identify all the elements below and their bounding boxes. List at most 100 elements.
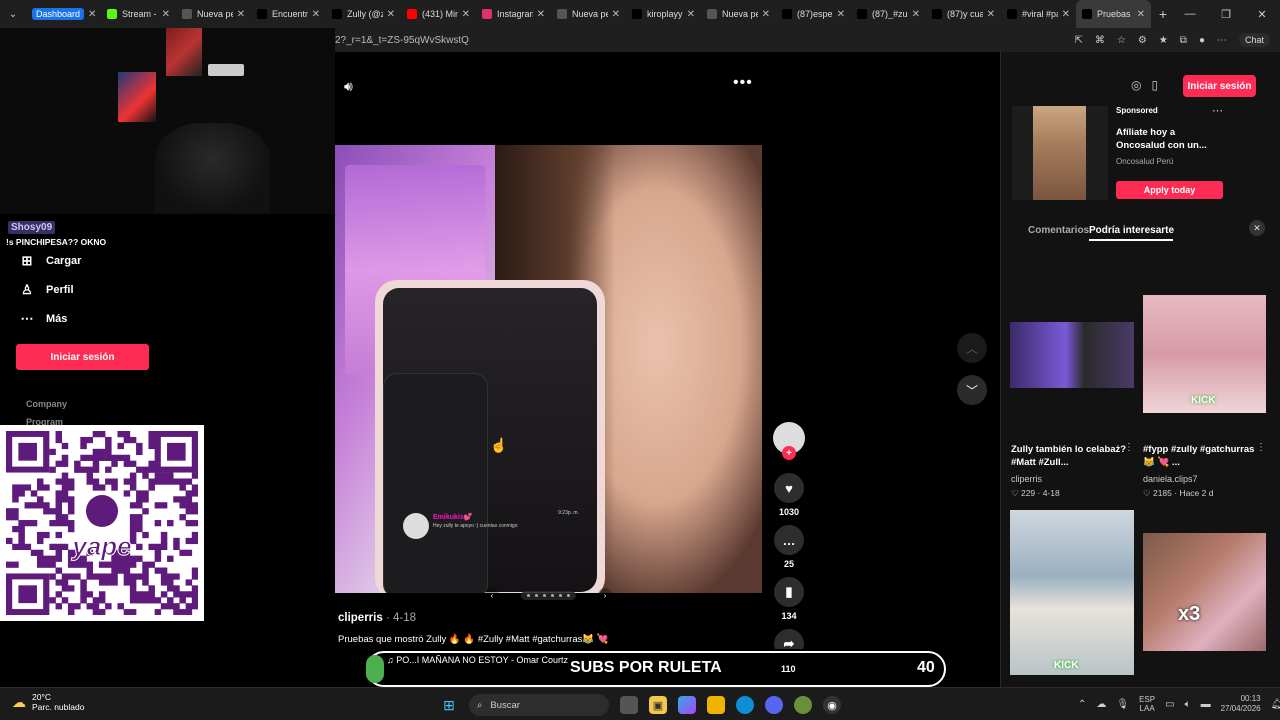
video-player[interactable]: Emikukis💕 Hey zully te apoyo :) cuentas … — [335, 145, 762, 593]
suggested-video-author[interactable]: daniela.clips7 — [1143, 474, 1198, 484]
close-tab-icon[interactable]: ✕ — [387, 9, 395, 20]
sidebar-item-profile[interactable]: ♙ Perfil — [20, 282, 73, 297]
heart-icon[interactable]: ♥ — [774, 473, 804, 503]
tray-chevron-icon[interactable]: ⌃ — [1078, 699, 1086, 710]
sidebar-item-more[interactable]: ⋯ Más — [20, 311, 68, 326]
collections-icon[interactable]: ⧉ — [1180, 35, 1187, 46]
close-window-icon[interactable]: ✕ — [1244, 0, 1280, 28]
suggested-video-title[interactable]: Zully también lo celabaż? #Matt #Zull... — [1011, 443, 1131, 469]
onedrive-icon[interactable]: ☁ — [1096, 699, 1106, 710]
browser-tab[interactable]: Encuentra ✕ — [251, 0, 326, 28]
close-tab-icon[interactable]: ✕ — [1137, 9, 1145, 20]
comment-icon[interactable]: … — [774, 525, 804, 555]
close-tab-icon[interactable]: ✕ — [912, 9, 920, 20]
taskbar-search[interactable]: ⌕ Buscar — [469, 694, 609, 716]
browser-tab[interactable]: kiroplayy ✕ — [626, 0, 701, 28]
video-more-icon[interactable]: ••• — [733, 74, 753, 92]
battery-icon[interactable]: ▬ — [1201, 699, 1211, 710]
video-thumbnail[interactable] — [1010, 322, 1134, 388]
clock[interactable]: 00:13 27/04/2026 — [1221, 694, 1261, 714]
share-icon[interactable]: ➦ — [774, 629, 804, 649]
previous-video-icon[interactable]: ︿ — [957, 333, 987, 363]
close-tab-icon[interactable]: ✕ — [462, 9, 470, 20]
browser-tab[interactable]: (87)_#zull ✕ — [851, 0, 926, 28]
ad-more-icon[interactable]: ⋯ — [1212, 104, 1223, 117]
display-icon[interactable]: ▭ — [1165, 699, 1174, 710]
footer-link-company[interactable]: Company — [26, 399, 67, 409]
carousel-prev-icon[interactable]: ‹ — [485, 588, 499, 602]
browser-tab[interactable]: Nueva pes ✕ — [176, 0, 251, 28]
store-icon[interactable]: ▣ — [649, 696, 667, 714]
microphone-icon[interactable]: 🎙︎ — [1116, 699, 1129, 710]
carousel-next-icon[interactable]: › — [598, 588, 612, 602]
file-explorer-icon[interactable] — [707, 696, 725, 714]
windows-start-icon[interactable]: ⊞ — [440, 696, 458, 714]
close-tab-icon[interactable]: ✕ — [612, 9, 620, 20]
browser-tab[interactable]: (431) Mine ✕ — [401, 0, 476, 28]
browser-tab[interactable]: Pruebas q ✕ — [1076, 0, 1151, 28]
login-button-header[interactable]: Iniciar sesión — [1183, 75, 1256, 97]
login-button-sidebar[interactable]: Iniciar sesión — [16, 344, 149, 370]
volume-icon[interactable]: 🔊︎ — [344, 78, 353, 95]
open-in-app-icon[interactable]: ⇱ — [1075, 35, 1083, 46]
share-action[interactable]: ➦ — [773, 629, 805, 649]
maximize-icon[interactable]: ❐ — [1208, 0, 1244, 28]
close-tab-icon[interactable]: ✕ — [537, 9, 545, 20]
close-tab-icon[interactable]: ✕ — [312, 9, 320, 20]
browser-tab[interactable]: Dashboard ✕ — [26, 0, 101, 28]
close-tab-icon[interactable]: ✕ — [987, 9, 995, 20]
video-thumbnail[interactable]: KICK — [1010, 510, 1134, 675]
browser-tab[interactable]: (87)esperi ✕ — [776, 0, 851, 28]
browser-tab[interactable]: Zully (@z ✕ — [326, 0, 401, 28]
bookmark-star-icon[interactable]: ☆ — [1117, 35, 1126, 46]
close-panel-icon[interactable]: ✕ — [1249, 220, 1265, 236]
next-video-icon[interactable]: ﹀ — [957, 375, 987, 405]
browser-tab[interactable]: (87)y cual ✕ — [926, 0, 1001, 28]
notifications-icon[interactable]: 🔔︎ — [1271, 699, 1280, 710]
video-author[interactable]: cliperris · 4-18 — [338, 612, 416, 624]
sidebar-item-upload[interactable]: ⊞ Cargar — [20, 253, 82, 268]
browser-menu-icon[interactable]: ⋯ — [1217, 35, 1227, 46]
task-view-icon[interactable] — [620, 696, 638, 714]
obs-icon[interactable]: ◉ — [823, 696, 841, 714]
video-thumbnail[interactable]: KICK — [1143, 295, 1266, 413]
tab-suggested[interactable]: Podría interesarte — [1089, 225, 1174, 236]
tab-search-icon[interactable]: ⌄ — [0, 0, 26, 28]
suggested-video-author[interactable]: cliperris — [1011, 474, 1042, 484]
close-tab-icon[interactable]: ✕ — [162, 9, 170, 20]
compass-icon[interactable]: ◎ — [1131, 78, 1141, 92]
mobile-icon[interactable]: ▯ — [1151, 78, 1158, 92]
browser-tab[interactable]: Instagram ✕ — [476, 0, 551, 28]
copilot-icon[interactable] — [678, 696, 696, 714]
browser-tab[interactable]: #viral #pa ✕ — [1001, 0, 1076, 28]
close-tab-icon[interactable]: ✕ — [88, 9, 96, 20]
comment-action[interactable]: … 25 — [773, 525, 805, 569]
browser-tab[interactable]: Nueva pes ✕ — [551, 0, 626, 28]
language-indicator[interactable]: ESP LAA — [1139, 695, 1155, 713]
speaker-icon[interactable]: 🔈︎ — [1185, 699, 1191, 710]
minimize-icon[interactable]: — — [1172, 0, 1208, 28]
save-action[interactable]: ▮ 134 — [773, 577, 805, 621]
copilot-chat-button[interactable]: Chat — [1238, 33, 1270, 47]
discord-icon[interactable] — [765, 696, 783, 714]
close-tab-icon[interactable]: ✕ — [687, 9, 695, 20]
url-field[interactable]: 2?_r=1&_t=ZS-95qWvSkwstQ — [335, 35, 1075, 46]
app-icon[interactable] — [794, 696, 812, 714]
video-thumbnail[interactable]: x3 — [1143, 533, 1266, 651]
close-tab-icon[interactable]: ✕ — [1062, 9, 1070, 20]
follow-plus-icon[interactable]: + — [782, 446, 796, 460]
apply-today-button[interactable]: Apply today — [1116, 181, 1223, 199]
bookmark-icon[interactable]: ▮ — [774, 577, 804, 607]
edge-icon[interactable] — [736, 696, 754, 714]
suggested-video-title[interactable]: #fypp #zully #gatchurras😹 💘 ... — [1143, 443, 1263, 469]
ad-title[interactable]: Afíliate hoy a Oncosalud con un... — [1116, 126, 1226, 152]
video-more-icon[interactable]: ⋮ — [1256, 442, 1266, 453]
tab-comments[interactable]: Comentarios — [1028, 225, 1089, 236]
translate-icon[interactable]: ⌘ — [1095, 35, 1105, 46]
favorites-icon[interactable]: ★ — [1159, 35, 1168, 46]
profile-avatar-icon[interactable]: ● — [1199, 35, 1205, 46]
close-tab-icon[interactable]: ✕ — [237, 9, 245, 20]
browser-tab[interactable]: Stream - K ✕ — [101, 0, 176, 28]
close-tab-icon[interactable]: ✕ — [762, 9, 770, 20]
close-tab-icon[interactable]: ✕ — [837, 9, 845, 20]
